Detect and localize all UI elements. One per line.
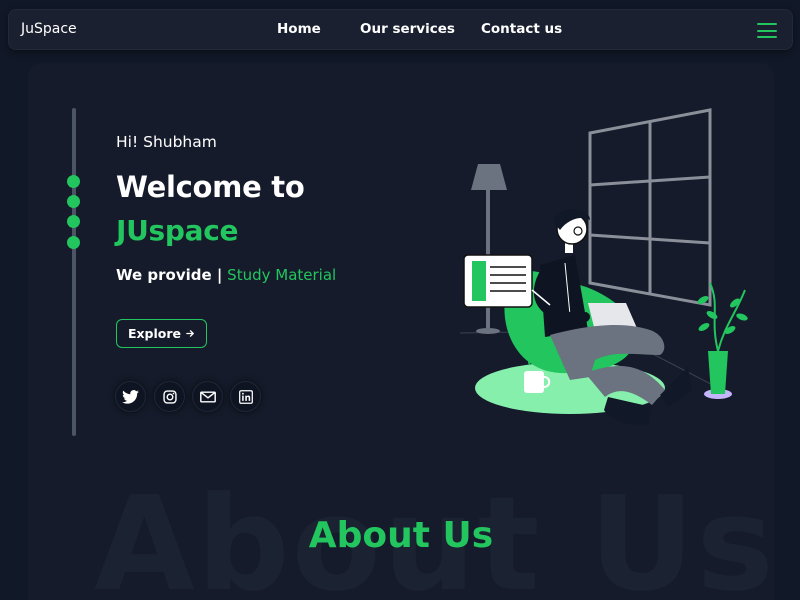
explore-button-label: Explore (127, 326, 182, 341)
mail-icon[interactable] (192, 381, 223, 412)
navbar: JuSpace Home Our services Contact us (8, 9, 793, 50)
plant-illustration (697, 282, 748, 399)
progress-dot (67, 215, 80, 228)
explore-button[interactable]: Explore (116, 319, 207, 348)
nav-link-services[interactable]: Our services (360, 21, 455, 37)
arrow-right-icon (186, 326, 195, 341)
hero-heading: Welcome to (116, 170, 305, 204)
brand-logo[interactable]: JuSpace (21, 21, 77, 37)
twitter-icon[interactable] (115, 381, 146, 412)
instagram-icon[interactable] (154, 381, 185, 412)
greeting-text: Hi! Shubham (116, 133, 217, 151)
nav-link-home[interactable]: Home (277, 21, 321, 37)
linkedin-icon[interactable] (230, 381, 261, 412)
progress-dot (67, 195, 80, 208)
tagline-lead: We provide | (116, 266, 223, 284)
progress-line (72, 108, 76, 436)
lamp-illustration (471, 164, 507, 334)
progress-dot (67, 175, 80, 188)
hero-illustration (459, 108, 748, 426)
hero-brand-name: JUspace (116, 214, 239, 247)
window-illustration (588, 108, 712, 307)
hero-section: Hi! Shubham Welcome to JUspace We provid… (28, 63, 774, 600)
hamburger-icon[interactable] (757, 22, 777, 39)
tagline-accent: Study Material (227, 266, 337, 284)
nav-link-contact[interactable]: Contact us (481, 21, 562, 37)
tagline: We provide | Study Material (116, 266, 336, 284)
progress-dot (67, 236, 80, 249)
about-heading: About Us (308, 515, 494, 556)
